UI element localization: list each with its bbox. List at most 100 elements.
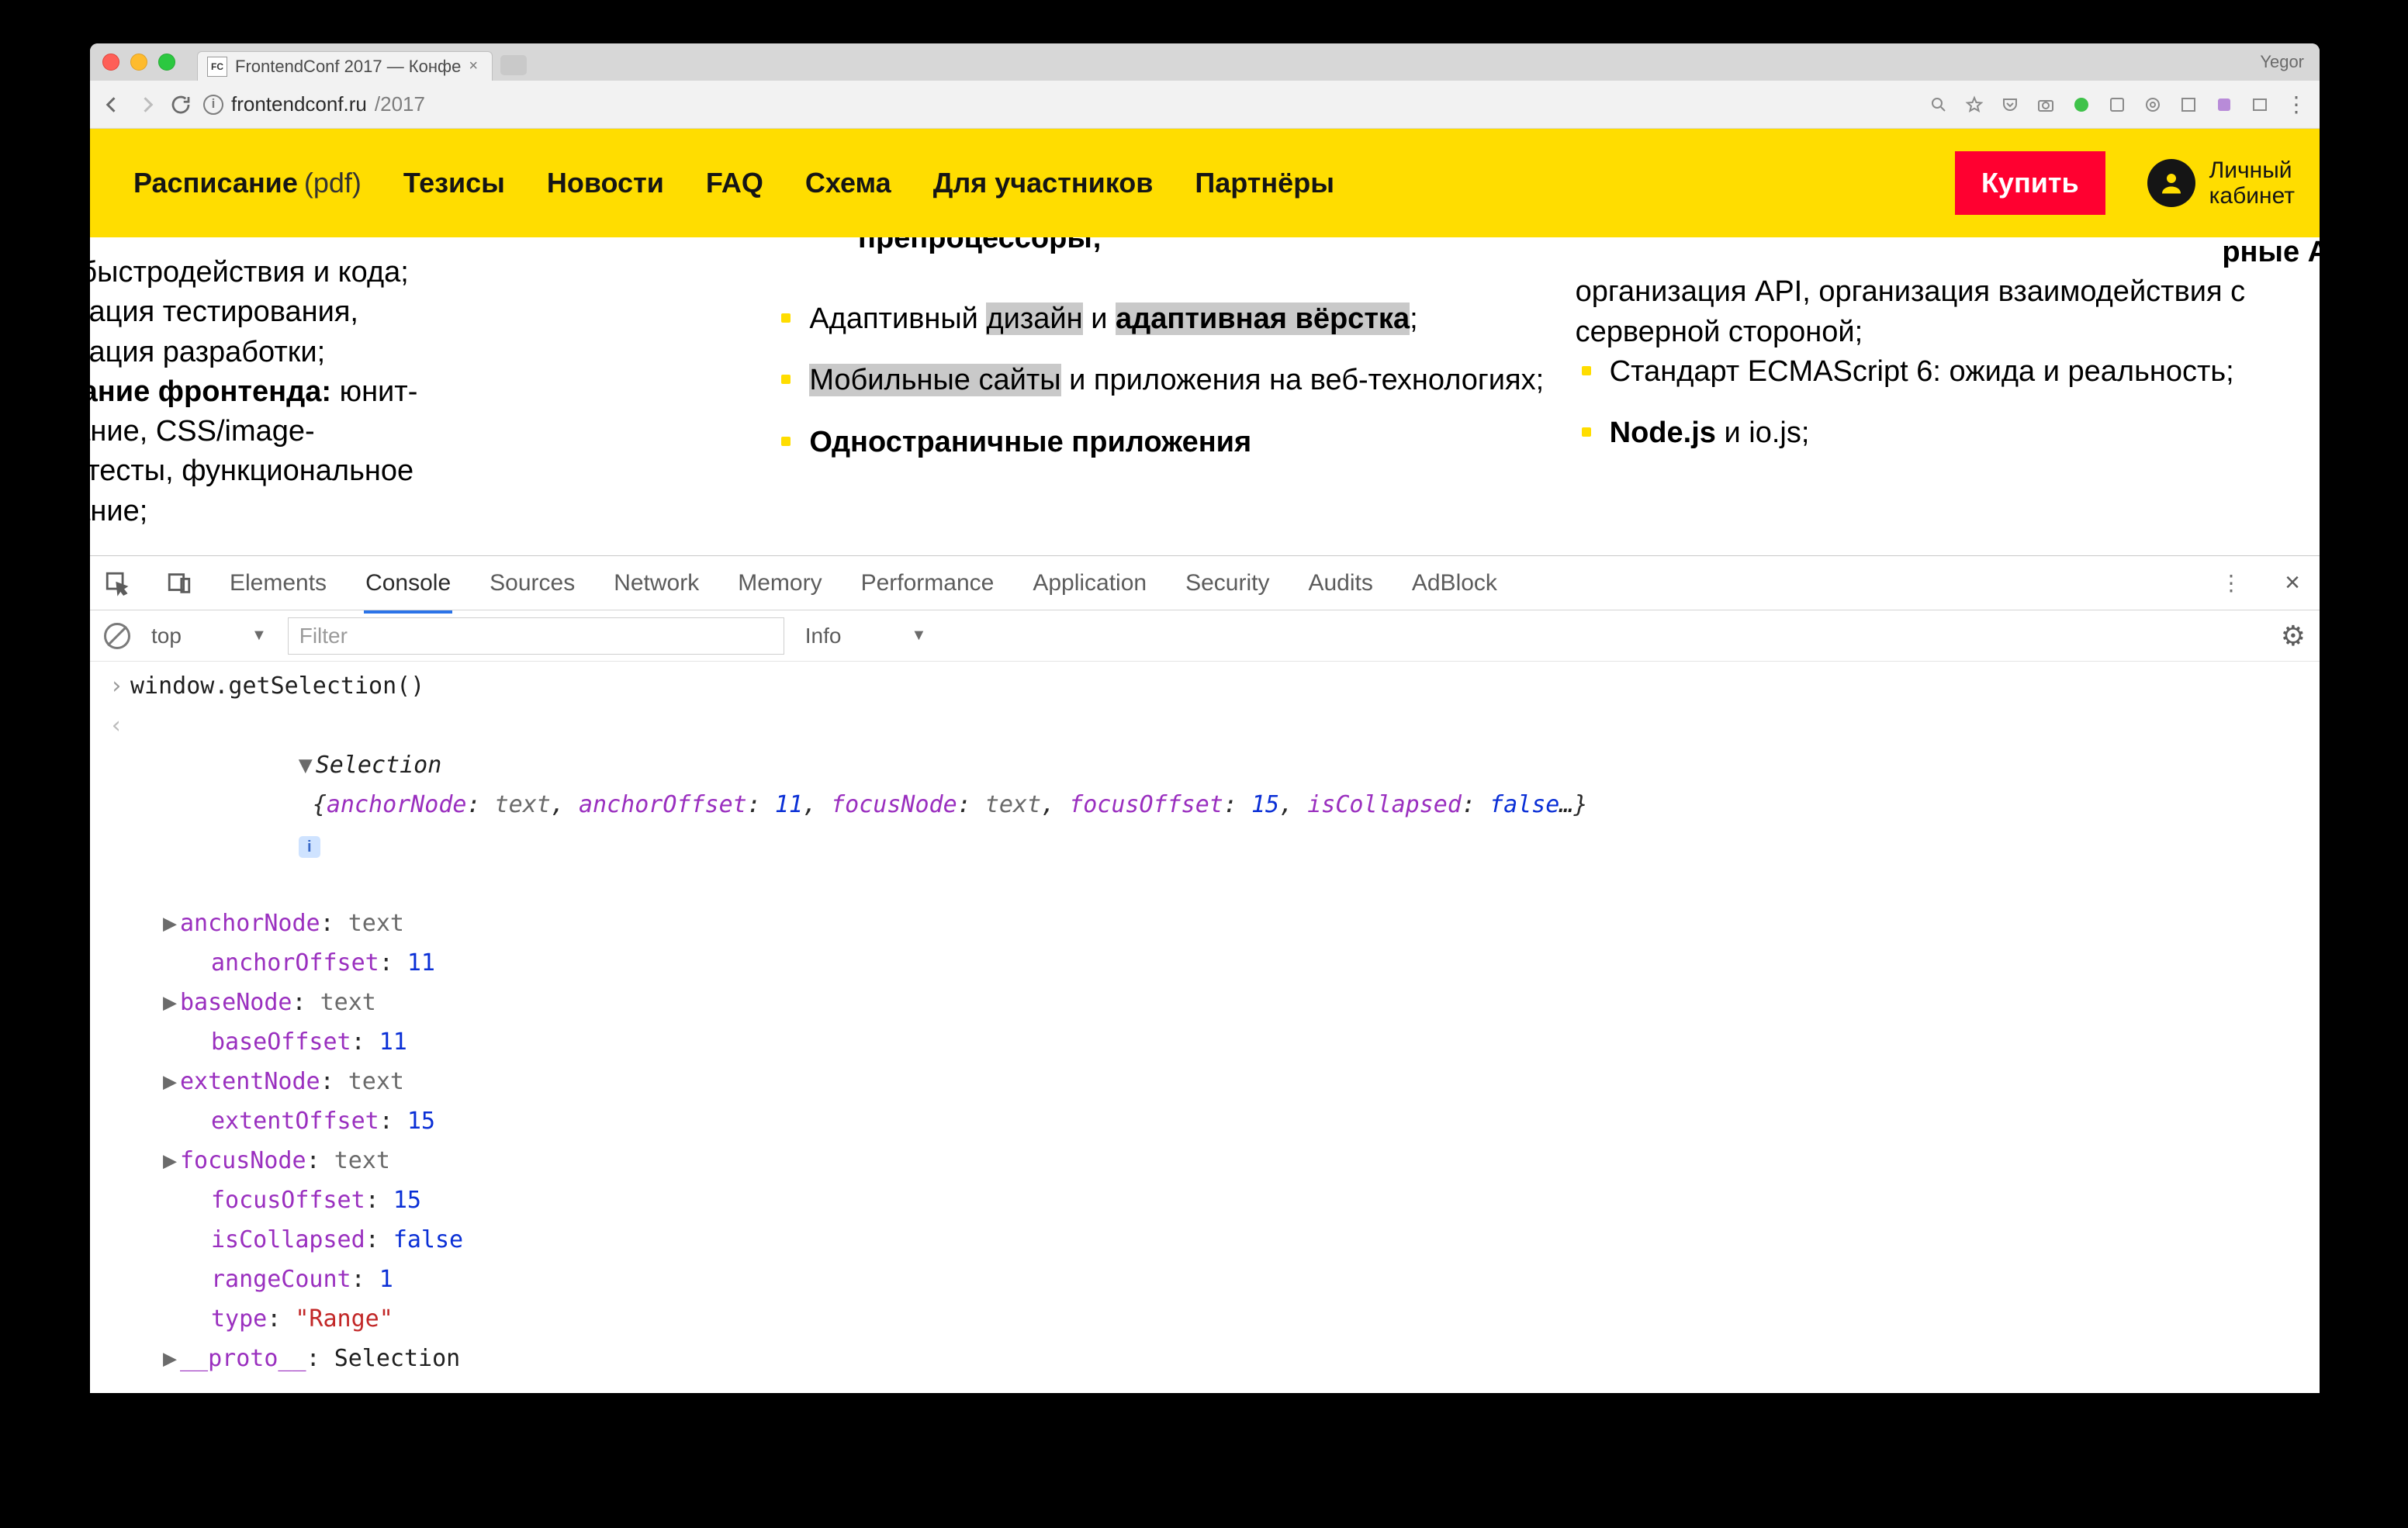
result-icon: ‹ [102,706,130,904]
extension-1-icon[interactable] [2107,95,2127,115]
address-bar[interactable]: frontendconf.ru/2017 [203,92,1918,116]
device-toggle-icon[interactable] [166,570,192,596]
object-property-row: type: "Range" [163,1299,2320,1339]
context-value: top [151,624,182,648]
back-button[interactable] [101,93,124,116]
page-viewport: препроцессоры; Расписание (pdf) Тезисы Н… [90,129,2320,555]
extension-3-icon[interactable] [2178,95,2199,115]
buy-button[interactable]: Купить [1955,151,2105,215]
list-item: ирование фронтенда: юнит- ирование, CSS/… [90,372,756,531]
object-property-row: extentOffset: 15 [163,1101,2320,1141]
info-badge-icon[interactable]: i [299,836,320,858]
account-label: Личныйкабинет [2209,157,2295,209]
nav-news[interactable]: Новости [547,167,664,199]
tab-audits[interactable]: Audits [1306,556,1374,610]
nav-schedule-label: Расписание [133,167,298,199]
list-item: Стандарт ECMAScript 6: ожида и реальност… [1576,352,2320,392]
object-property-row[interactable]: ▶focusNode: text [163,1141,2320,1181]
extension-2-icon[interactable] [2143,95,2163,115]
nav-faq[interactable]: FAQ [706,167,763,199]
filter-placeholder: Filter [299,624,348,648]
avatar-icon [2147,159,2195,207]
tab-application[interactable]: Application [1031,556,1148,610]
site-info-icon[interactable] [203,95,223,115]
new-tab-button[interactable] [500,55,527,75]
disclosure-triangle-icon[interactable]: ▶ [163,1062,180,1101]
browser-menu-icon[interactable]: ⋮ [2285,92,2309,117]
minimize-window-button[interactable] [130,54,147,71]
close-window-button[interactable] [102,54,119,71]
extension-icons: ⋮ [1929,92,2309,117]
highlighted-text: Мобильные сайты [809,364,1060,396]
browser-window: FC FrontendConf 2017 — Конфе × Yegor fro… [90,43,2320,1393]
settings-gear-icon[interactable]: ⚙ [2281,620,2306,652]
profile-name[interactable]: Yegor [2260,52,2304,72]
filter-input[interactable]: Filter [288,617,784,655]
adblock-icon[interactable] [2071,95,2091,115]
prompt-icon: › [102,666,130,706]
tab-memory[interactable]: Memory [736,556,823,610]
disclosure-triangle-icon[interactable]: ▼ [299,745,316,785]
nav-theses[interactable]: Тезисы [403,167,505,199]
object-property-row[interactable]: ▶extentNode: text [163,1062,2320,1101]
bookmark-star-icon[interactable] [1964,95,1984,115]
highlighted-text: дизайн [986,302,1082,335]
list-item: Адаптивный дизайн и адаптивная вёрстка; [775,299,1556,339]
tab-title: FrontendConf 2017 — Конфе [235,57,461,77]
disclosure-triangle-icon[interactable]: ▶ [163,1339,180,1378]
devtools: Elements Console Sources Network Memory … [90,555,2320,1393]
pocket-icon[interactable] [2000,95,2020,115]
loglevel-value: Info [805,624,842,648]
tab-sources[interactable]: Sources [488,556,576,610]
favicon: FC [207,57,227,77]
col3-heading-tail: рные API [2222,236,2320,268]
proto-row[interactable]: ▶__proto__: Selection [90,1339,2320,1378]
window-controls [102,54,175,71]
context-selector[interactable]: top ▼ [144,620,274,652]
devtools-menu-icon[interactable]: ⋮ [2220,570,2244,596]
nav-partners[interactable]: Партнёры [1195,167,1334,199]
reload-button[interactable] [169,93,192,116]
disclosure-triangle-icon[interactable]: ▶ [163,983,180,1022]
object-property-row[interactable]: ▶anchorNode: text [163,904,2320,943]
maximize-window-button[interactable] [158,54,175,71]
extension-5-icon[interactable] [2250,95,2270,115]
col1-text: матизация тестирования, [90,296,358,328]
tab-performance[interactable]: Performance [860,556,996,610]
nav-schedule[interactable]: Расписание (pdf) [133,167,362,199]
chevron-down-icon: ▼ [911,627,926,645]
zoom-icon[interactable] [1929,95,1949,115]
url-path: /2017 [375,92,425,116]
tab-network[interactable]: Network [612,556,701,610]
devtools-close-icon[interactable]: × [2279,570,2306,596]
close-tab-icon[interactable]: × [469,57,478,75]
nav-scheme[interactable]: Схема [805,167,891,199]
object-property-row: baseOffset: 11 [163,1022,2320,1062]
loglevel-selector[interactable]: Info ▼ [798,620,934,652]
disclosure-triangle-icon[interactable]: ▶ [163,904,180,943]
devtools-tabs: Elements Console Sources Network Memory … [90,556,2320,610]
inspect-icon[interactable] [104,570,130,596]
disclosure-triangle-icon[interactable]: ▶ [163,1141,180,1181]
toolbar: frontendconf.ru/2017 ⋮ [90,81,2320,129]
browser-tab[interactable]: FC FrontendConf 2017 — Конфе × [197,51,493,81]
console-output[interactable]: › window.getSelection() ‹ ▼Selection {an… [90,662,2320,1393]
forward-button[interactable] [135,93,158,116]
content-col-2: Адаптивный дизайн и адаптивная вёрстка; … [766,253,1566,553]
nav-participants[interactable]: Для участников [933,167,1154,199]
tab-elements[interactable]: Elements [228,556,328,610]
console-result-line[interactable]: ‹ ▼Selection {anchorNode: text, anchorOf… [90,706,2320,904]
console-toolbar: top ▼ Filter Info ▼ ⚙ [90,610,2320,662]
object-property-row[interactable]: ▶baseNode: text [163,983,2320,1022]
tab-security[interactable]: Security [1184,556,1271,610]
list-item: Node.js и io.js; [1576,413,2320,453]
tab-adblock[interactable]: AdBlock [1410,556,1499,610]
site-nav: Расписание (pdf) Тезисы Новости FAQ Схем… [90,129,2320,237]
tab-console[interactable]: Console [364,556,452,614]
camera-icon[interactable] [2036,95,2056,115]
object-property-row: focusOffset: 15 [163,1181,2320,1220]
clear-console-icon[interactable] [104,623,130,649]
url-host: frontendconf.ru [231,92,367,116]
account-link[interactable]: Личныйкабинет [2147,157,2295,209]
extension-4-icon[interactable] [2214,95,2234,115]
